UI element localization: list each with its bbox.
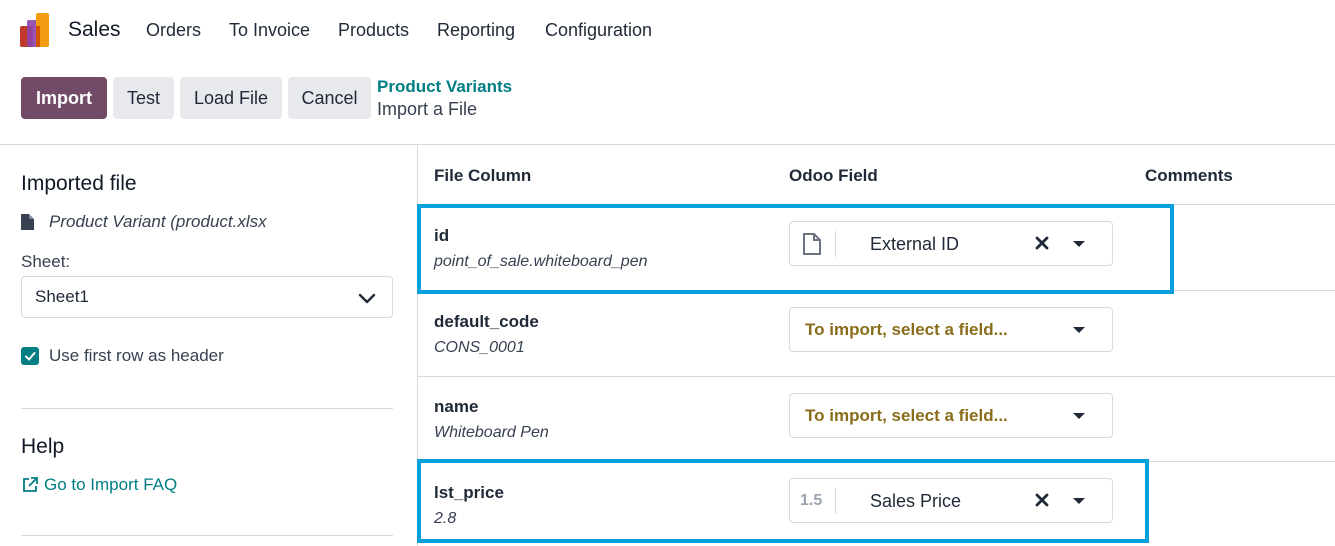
sheet-select[interactable]: Sheet1	[21, 276, 393, 318]
odoo-field-placeholder: To import, select a field...	[805, 320, 1008, 339]
row-divider	[418, 376, 1335, 377]
cancel-button[interactable]: Cancel	[288, 77, 371, 119]
menu-reporting[interactable]: Reporting	[437, 20, 515, 41]
menu-orders[interactable]: Orders	[146, 20, 201, 41]
header-odoo-field: Odoo Field	[789, 166, 878, 185]
first-row-header-toggle[interactable]: Use first row as header	[21, 346, 224, 366]
odoo-field-select[interactable]: To import, select a field...	[789, 393, 1113, 438]
header-comments: Comments	[1145, 166, 1233, 185]
import-faq-link[interactable]: Go to Import FAQ	[21, 475, 177, 495]
check-icon	[25, 352, 36, 361]
chevron-down-icon	[358, 293, 376, 304]
caret-down-icon[interactable]	[1072, 326, 1086, 334]
app-name[interactable]: Sales	[68, 18, 121, 42]
imported-file-row: Product Variant (product.xlsx	[21, 212, 267, 232]
imported-file-name: Product Variant (product.xlsx	[49, 212, 267, 231]
menu-products[interactable]: Products	[338, 20, 409, 41]
file-column-sample: Whiteboard Pen	[434, 424, 549, 441]
load-file-button[interactable]: Load File	[180, 77, 282, 119]
menu-configuration[interactable]: Configuration	[545, 20, 652, 41]
file-column-name: name	[434, 397, 479, 416]
menu-to-invoice[interactable]: To Invoice	[229, 20, 310, 41]
highlight-box-price-row	[417, 459, 1149, 543]
external-link-icon	[23, 477, 38, 492]
sales-app-logo-icon[interactable]	[20, 13, 54, 47]
test-button[interactable]: Test	[113, 77, 174, 119]
import-button[interactable]: Import	[21, 77, 107, 119]
breadcrumb-current: Import a File	[377, 99, 478, 119]
sidebar-section-divider	[21, 408, 393, 409]
top-navbar: Sales Orders To Invoice Products Reporti…	[0, 0, 1335, 62]
imported-file-title: Imported file	[21, 172, 137, 195]
help-title: Help	[21, 435, 65, 458]
import-faq-label: Go to Import FAQ	[44, 475, 178, 494]
control-panel-divider	[0, 144, 1335, 145]
header-file-column: File Column	[434, 166, 532, 185]
sheet-label: Sheet:	[21, 252, 71, 271]
file-column-name: default_code	[434, 312, 539, 331]
caret-down-icon[interactable]	[1072, 412, 1086, 420]
sidebar-bottom-divider	[21, 535, 393, 536]
highlight-box-id-row	[417, 204, 1174, 294]
odoo-field-placeholder: To import, select a field...	[805, 406, 1008, 425]
sheet-select-value: Sheet1	[35, 287, 89, 306]
odoo-field-select[interactable]: To import, select a field...	[789, 307, 1113, 352]
first-row-header-checkbox[interactable]	[21, 347, 39, 365]
file-icon	[21, 214, 34, 230]
breadcrumb-product-variants[interactable]: Product Variants	[377, 77, 512, 97]
file-column-sample: CONS_0001	[434, 339, 525, 356]
first-row-header-label: Use first row as header	[49, 346, 224, 365]
